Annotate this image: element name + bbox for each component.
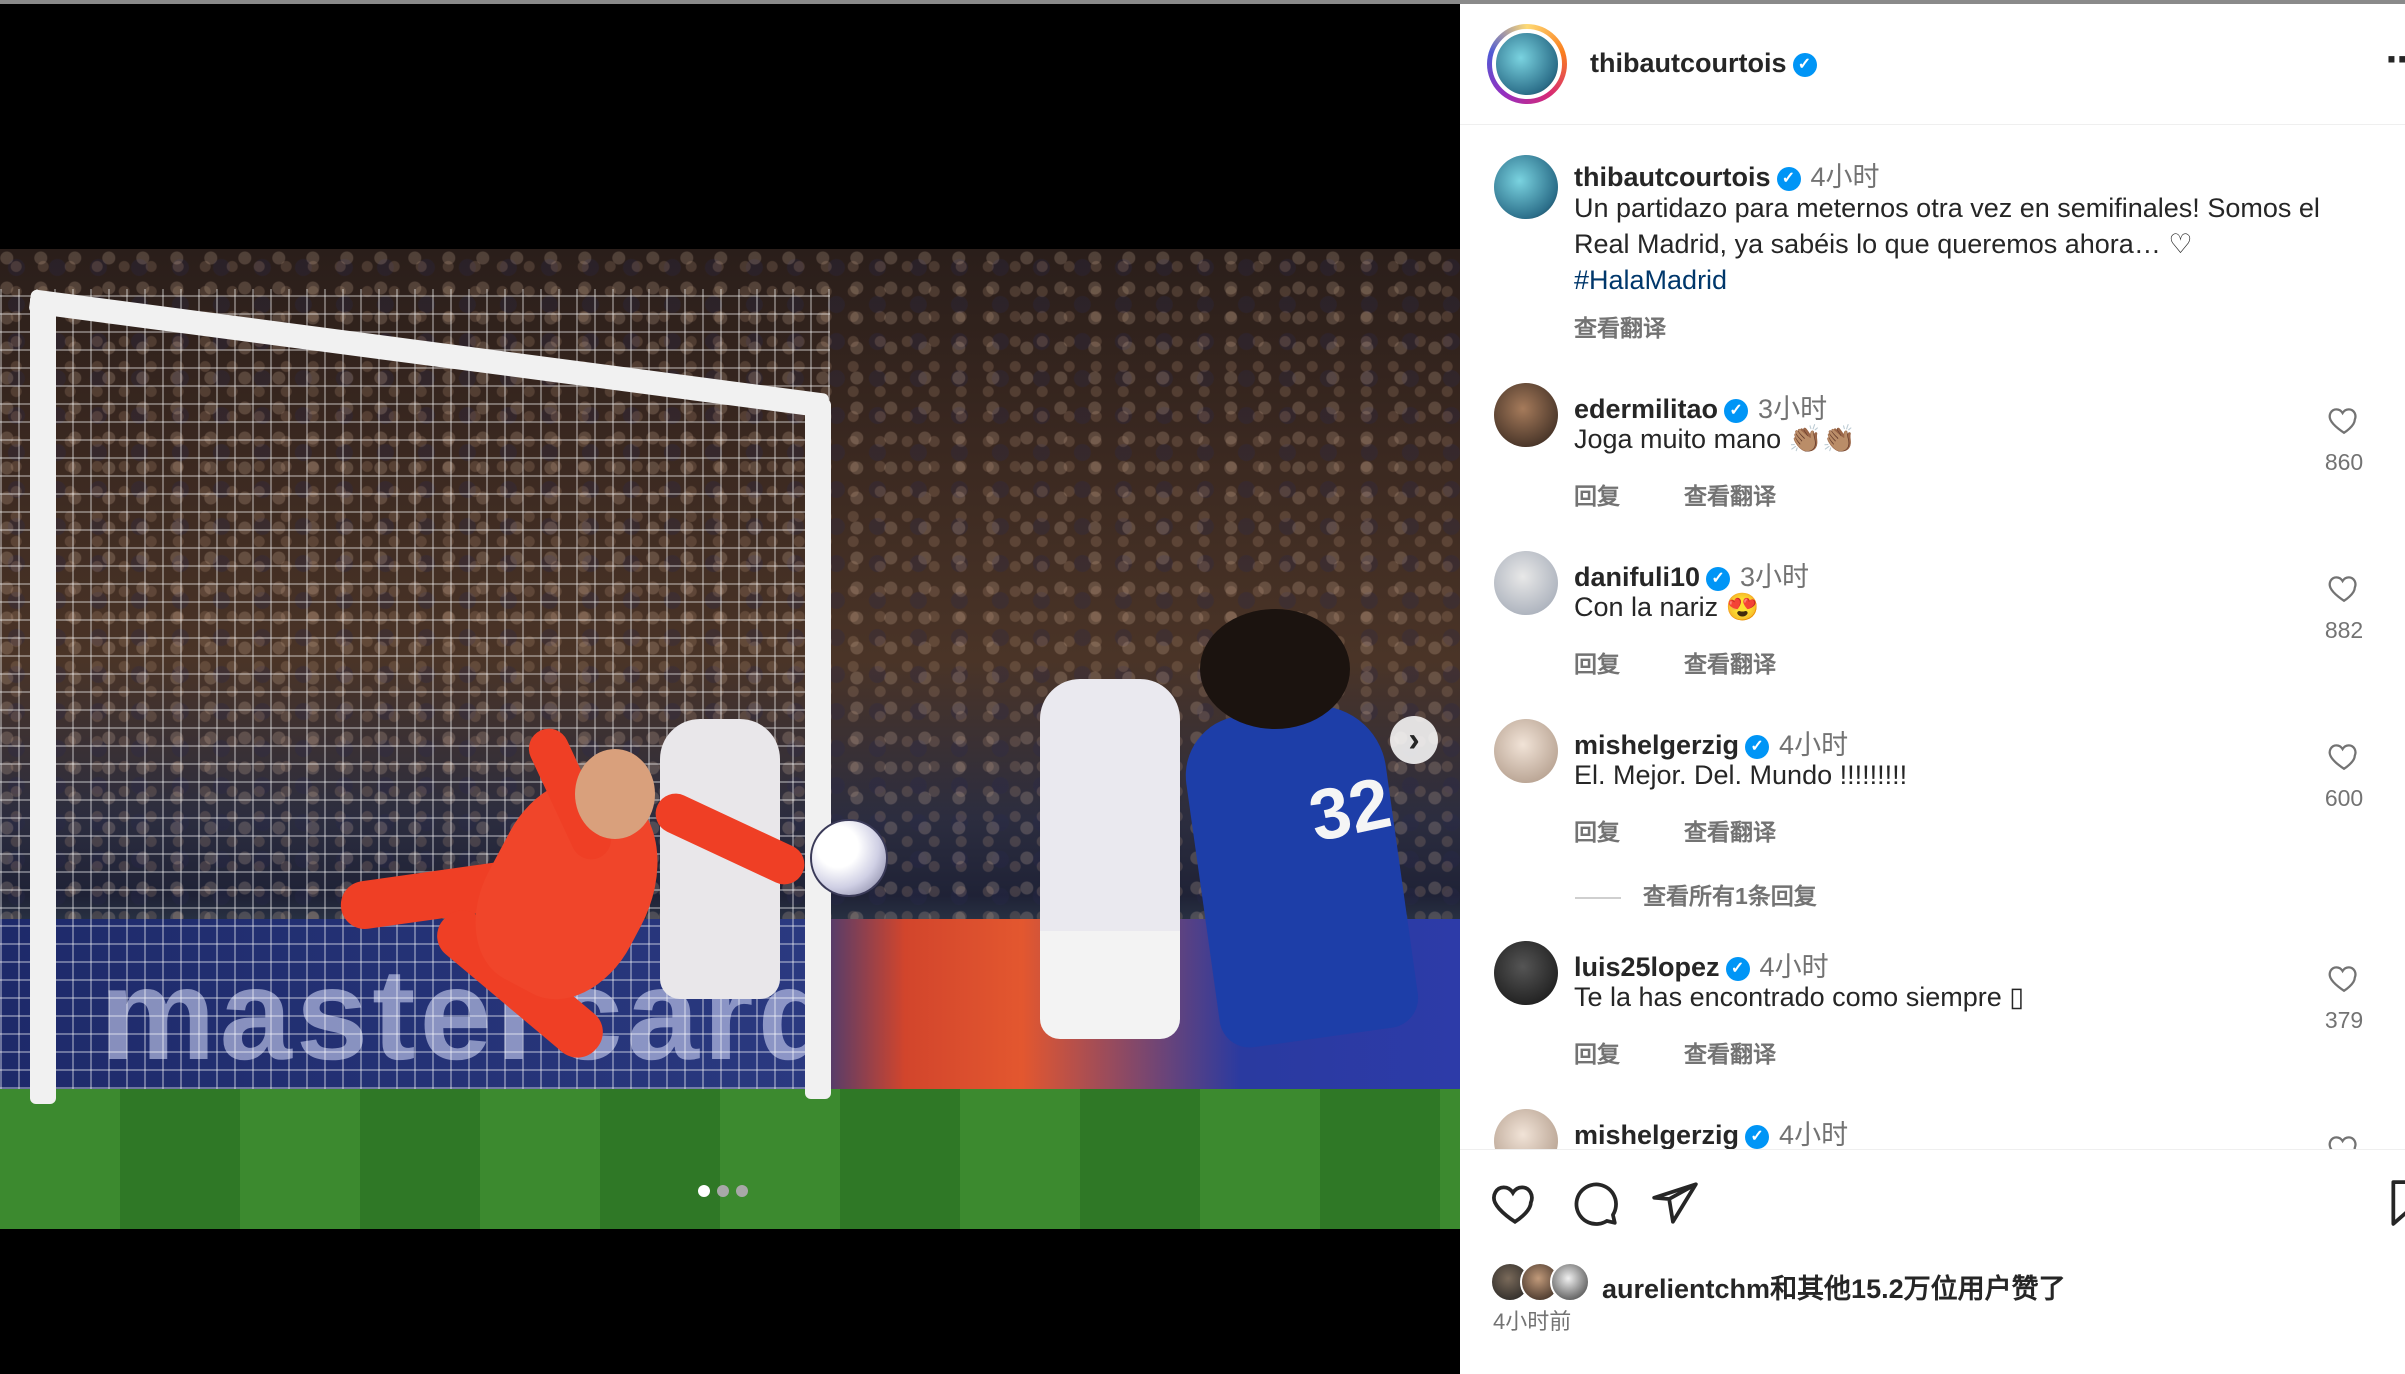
translate-link[interactable]: 查看翻译 [1684,819,1776,845]
verified-icon: ✓ [1724,398,1749,423]
likes-summary[interactable]: aurelientchm和其他15.2万位用户赞了 [1602,1267,2066,1306]
comment-text: El. Mejor. Del. Mundo !!!!!!!!! [1574,760,1908,790]
comment-time[interactable]: 3小时 [1740,562,1809,592]
carousel-indicator [698,1185,748,1197]
photo-goalkeeper [320,709,811,1089]
avatar[interactable] [1494,1109,1558,1149]
likers-avatars[interactable] [1490,1262,1590,1302]
carousel-dot [717,1185,729,1197]
comment-like-count: 600 [2324,785,2364,811]
avatar[interactable] [1494,383,1558,447]
comment-username[interactable]: mishelgerzig [1574,1120,1739,1149]
comment-actions: 回复 查看翻译 [1574,645,1840,679]
likes-count-text[interactable]: 和其他15.2万位用户赞了 [1770,1274,2066,1304]
photo-ball [810,819,888,897]
heart-icon[interactable] [2327,571,2361,605]
verified-icon: ✓ [1725,956,1750,981]
heart-icon[interactable] [2327,1131,2361,1149]
photo-left-post [30,294,56,1104]
post-media: mastercard 32 › [0,4,1460,1374]
avatar[interactable] [1494,155,1558,219]
share-icon[interactable] [1650,1178,1700,1228]
caption-text: Un partidazo para meternos otra vez en s… [1574,193,2320,295]
comment-like-count: 860 [2324,449,2364,475]
comment-username[interactable]: mishelgerzig [1574,730,1739,760]
comment-time[interactable]: 4小时 [1779,730,1848,760]
photo-shirt-number: 32 [1302,762,1398,858]
heart-icon[interactable] [2327,739,2361,773]
comment-like-count: 882 [2324,617,2364,643]
post-timestamp[interactable]: 4小时前 [1493,1304,1571,1336]
heart-icon[interactable] [2327,961,2361,995]
comment-text: Te la has encontrado como siempre ▯ [1574,982,2025,1012]
photo-defender [1040,679,1180,1039]
carousel-dot [698,1185,710,1197]
more-icon[interactable]: ·· [2385,40,2405,80]
comments-list: thibautcourtois ✓ 4小时 Un partidazo para me… [1460,125,2405,1149]
translate-link[interactable]: 查看翻译 [1684,1041,1776,1067]
photo-pitch [0,1089,1460,1229]
translate-link[interactable]: 查看翻译 [1684,483,1776,509]
liker-username[interactable]: aurelientchm [1602,1274,1770,1304]
view-replies-link[interactable]: 查看所有1条回复 [1575,877,1817,911]
photo-right-post [805,399,831,1099]
avatar[interactable] [1494,941,1558,1005]
verified-icon: ✓ [1745,734,1770,759]
avatar [1550,1262,1590,1302]
comment-text: Con la nariz 😍 [1574,592,1760,622]
author-avatar[interactable] [1487,24,1567,104]
verified-icon: ✓ [1706,566,1731,591]
comment-like-count: 379 [2324,1007,2364,1033]
caption-actions: 查看翻译 [1574,309,1730,343]
heart-icon[interactable] [1490,1178,1540,1228]
verified-icon: ✓ [1776,166,1801,191]
next-arrow-icon[interactable]: › [1390,716,1438,764]
verified-icon: ✓ [1745,1124,1770,1149]
post-header: thibautcourtois ✓ ·· [1460,4,2405,125]
comment-time[interactable]: 4小时 [1779,1120,1848,1149]
caption-time[interactable]: 4小时 [1811,162,1880,192]
comment-text: Joga muito mano 👏🏽👏🏽 [1574,424,1856,454]
translate-link[interactable]: 查看翻译 [1684,651,1776,677]
comment-actions: 回复 查看翻译 [1574,813,1840,847]
comment-time[interactable]: 3小时 [1758,394,1827,424]
comment-actions: 回复 查看翻译 [1574,477,1840,511]
post-photo: mastercard 32 [0,249,1460,1229]
photo-striker-hair [1200,609,1350,729]
caption-username[interactable]: thibautcourtois [1574,162,1771,192]
comment-username[interactable]: edermilitao [1574,394,1718,424]
comment-username[interactable]: danifuli10 [1574,562,1700,592]
author-username[interactable]: thibautcourtois ✓ [1590,48,1817,79]
verified-icon: ✓ [1792,52,1817,77]
hashtag-link[interactable]: #HalaMadrid [1574,265,1727,295]
comment-icon[interactable] [1570,1178,1620,1228]
post-side-panel: thibautcourtois ✓ ·· thibautcourtois ✓ 4小时 … [1460,4,2405,1374]
translate-link[interactable]: 查看翻译 [1574,315,1666,341]
bookmark-icon[interactable] [2385,1178,2405,1228]
reply-button[interactable]: 回复 [1574,651,1620,677]
heart-icon[interactable] [2327,403,2361,437]
comment-actions: 回复 查看翻译 [1574,1035,1840,1069]
reply-button[interactable]: 回复 [1574,1041,1620,1067]
avatar[interactable] [1494,551,1558,615]
avatar[interactable] [1494,719,1558,783]
carousel-dot [736,1185,748,1197]
reply-button[interactable]: 回复 [1574,483,1620,509]
caption-header: thibautcourtois ✓ 4小时 [1574,155,1880,194]
reply-button[interactable]: 回复 [1574,819,1620,845]
comment-time[interactable]: 4小时 [1760,952,1829,982]
comment-header: mishelgerzig ✓ 4小时 [1574,1113,1848,1149]
post-footer: aurelientchm和其他15.2万位用户赞了 4小时前 [1460,1149,2405,1374]
comment-username[interactable]: luis25lopez [1574,952,1720,982]
